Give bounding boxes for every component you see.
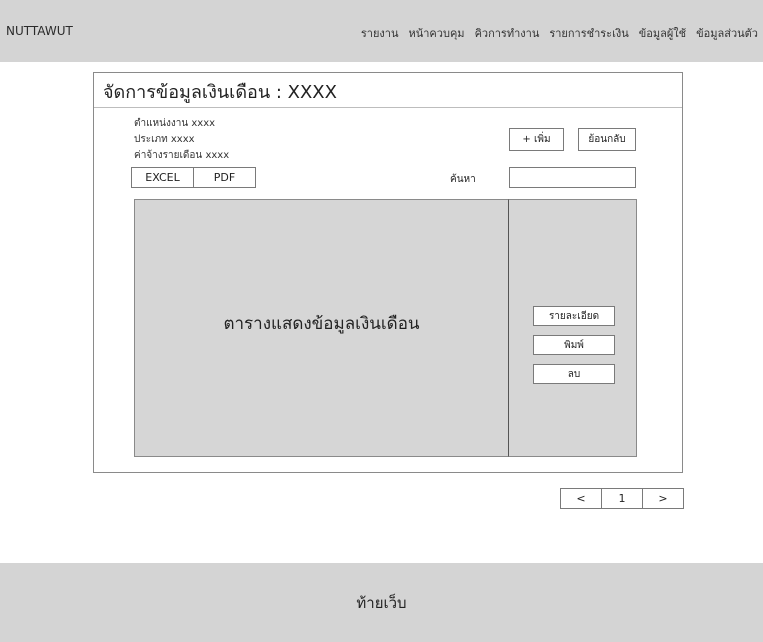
search-label: ค้นหา xyxy=(450,174,476,185)
nav-item-work-queue[interactable]: คิวการทำงาน xyxy=(475,24,540,42)
table-placeholder-text: ตารางแสดงข้อมูลเงินเดือน xyxy=(223,314,420,334)
print-button[interactable]: พิมพ์ xyxy=(533,335,615,355)
next-page-button[interactable]: > xyxy=(642,489,683,508)
brand-logo[interactable]: NUTTAWUT xyxy=(6,24,73,38)
page-title: จัดการข้อมูลเงินเดือน : XXXX xyxy=(103,82,337,103)
salary-management-panel: จัดการข้อมูลเงินเดือน : XXXX ตำแหน่งงาน … xyxy=(93,72,683,473)
row-actions-panel: รายละเอียด พิมพ์ ลบ xyxy=(508,199,637,457)
nav-item-profile[interactable]: ข้อมูลส่วนตัว xyxy=(696,24,758,42)
add-button[interactable]: + เพิ่ม xyxy=(509,128,564,151)
salary-table: ตารางแสดงข้อมูลเงินเดือน xyxy=(134,199,509,457)
nav-item-users[interactable]: ข้อมูลผู้ใช้ xyxy=(639,24,686,42)
back-button[interactable]: ย้อนกลับ xyxy=(578,128,636,151)
top-navbar: NUTTAWUT รายงาน หน้าควบคุม คิวการทำงาน ร… xyxy=(0,0,763,62)
export-excel-button[interactable]: EXCEL xyxy=(132,168,193,187)
info-position: ตำแหน่งงาน xxxx xyxy=(134,118,216,129)
nav-item-dashboard[interactable]: หน้าควบคุม xyxy=(408,24,464,42)
delete-button[interactable]: ลบ xyxy=(533,364,615,384)
nav-item-report[interactable]: รายงาน xyxy=(361,24,399,42)
info-wage: ค่าจ้างรายเดือน xxxx xyxy=(134,150,230,161)
detail-button[interactable]: รายละเอียด xyxy=(533,306,615,326)
current-page[interactable]: 1 xyxy=(601,489,642,508)
nav-item-payments[interactable]: รายการชำระเงิน xyxy=(549,24,628,42)
export-pdf-button[interactable]: PDF xyxy=(193,168,255,187)
info-type: ประเภท xxxx xyxy=(134,134,195,145)
pagination: < 1 > xyxy=(560,488,684,509)
export-button-group: EXCEL PDF xyxy=(131,167,256,188)
panel-header: จัดการข้อมูลเงินเดือน : XXXX xyxy=(94,73,682,108)
search-input[interactable] xyxy=(509,167,636,188)
footer: ท้ายเว็บ xyxy=(0,563,763,642)
prev-page-button[interactable]: < xyxy=(561,489,601,508)
main-nav: รายงาน หน้าควบคุม คิวการทำงาน รายการชำระ… xyxy=(361,24,758,42)
footer-text: ท้ายเว็บ xyxy=(356,593,407,612)
